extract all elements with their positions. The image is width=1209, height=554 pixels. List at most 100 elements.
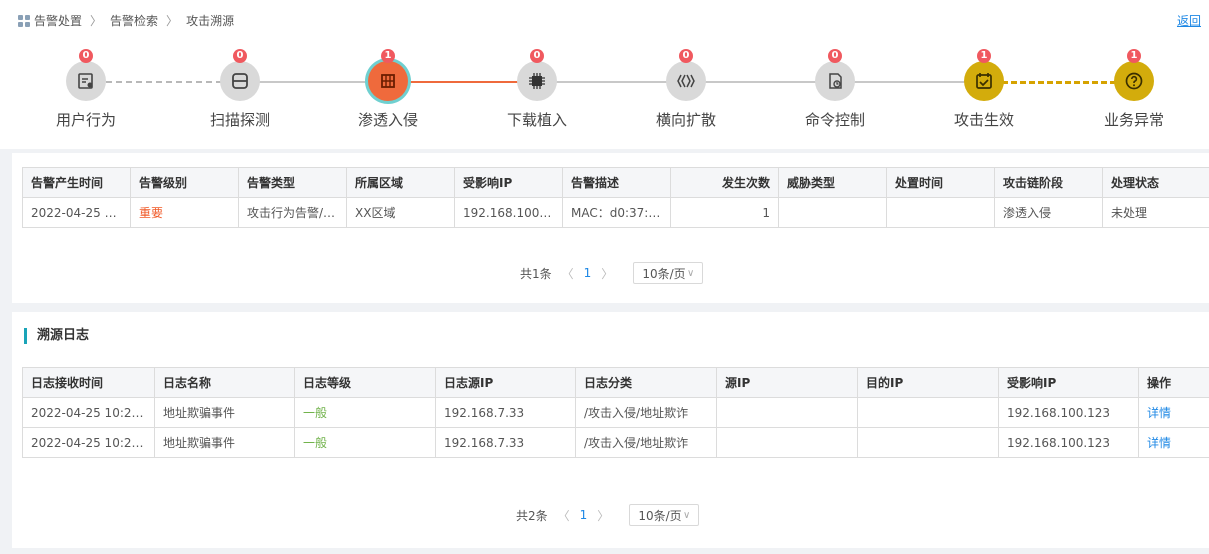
stage-label: 业务异常	[1103, 111, 1164, 129]
column-header[interactable]: 所属区域	[346, 167, 455, 198]
column-header[interactable]: 日志等级	[294, 367, 436, 398]
stage-command-control[interactable]: 0 命令控制	[775, 49, 895, 130]
question-icon	[1125, 72, 1143, 90]
table-cell	[886, 197, 995, 228]
details-link[interactable]: 详情	[1138, 397, 1209, 428]
table-cell: 192.168.100.123	[454, 197, 563, 228]
attack-effect-icon	[976, 73, 992, 89]
stage-label: 下载植入	[506, 111, 567, 129]
table-cell: 192.168.7.33	[435, 397, 576, 428]
alert-table: 告警产生时间 告警级别 告警类型 所属区域 受影响IP 告警描述 发生次数 威胁…	[22, 167, 1209, 228]
stage-label: 命令控制	[804, 111, 865, 129]
section-title: 溯源日志	[24, 328, 89, 344]
column-header[interactable]: 威胁类型	[778, 167, 887, 198]
stage-circle[interactable]: 1	[964, 49, 1004, 101]
stage-penetration[interactable]: 1 渗透入侵	[328, 49, 448, 130]
column-header[interactable]: 处置时间	[886, 167, 995, 198]
table-cell: 地址欺骗事件	[154, 427, 295, 458]
penetration-icon	[381, 74, 395, 88]
table-cell: 渗透入侵	[994, 197, 1103, 228]
table-row[interactable]: 2022-04-25 10:28:12 地址欺骗事件 一般 192.168.7.…	[22, 397, 1209, 428]
pagination: 共2条 〈 1 〉 10条/页 ∨	[516, 504, 700, 526]
stage-label: 横向扩散	[655, 111, 716, 129]
page-size-value: 10条/页	[638, 508, 682, 523]
stage-count-badge: 0	[530, 49, 544, 63]
log-level: 一般	[294, 427, 436, 458]
stage-download-implant[interactable]: 0 下载植入	[477, 49, 597, 130]
stage-circle[interactable]: 0	[220, 49, 260, 101]
stage-circle[interactable]: 1	[1114, 49, 1154, 101]
stage-circle[interactable]: 0	[517, 49, 557, 101]
table-row[interactable]: 2022-04-25 10:28:13 重要 攻击行为告警/地... XX区域 …	[22, 197, 1209, 228]
stage-count-badge: 0	[79, 49, 93, 63]
lateral-spread-icon	[677, 74, 695, 88]
table-header-row: 日志接收时间 日志名称 日志等级 日志源IP 日志分类 源IP 目的IP 受影响…	[22, 367, 1209, 398]
column-header[interactable]: 受影响IP	[454, 167, 563, 198]
chevron-down-icon: ∨	[686, 267, 695, 279]
stage-label: 攻击生效	[953, 111, 1014, 129]
column-header[interactable]: 发生次数	[670, 167, 779, 198]
stage-count-badge: 1	[977, 49, 991, 63]
column-header[interactable]: 日志分类	[575, 367, 717, 398]
trace-log-panel: 溯源日志 日志接收时间 日志名称 日志等级 日志源IP 日志分类 源IP 目的I…	[12, 312, 1209, 548]
log-table: 日志接收时间 日志名称 日志等级 日志源IP 日志分类 源IP 目的IP 受影响…	[22, 367, 1209, 458]
column-header[interactable]: 日志源IP	[435, 367, 576, 398]
next-page-button[interactable]: 〉	[601, 265, 613, 282]
stage-count-badge: 1	[381, 49, 395, 63]
stage-count-badge: 0	[679, 49, 693, 63]
page-size-value: 10条/页	[642, 266, 686, 281]
table-cell	[716, 427, 858, 458]
table-row[interactable]: 2022-04-25 10:28:43 地址欺骗事件 一般 192.168.7.…	[22, 427, 1209, 458]
table-cell: 192.168.100.123	[998, 427, 1139, 458]
stage-label: 渗透入侵	[357, 111, 418, 129]
table-cell: /攻击入侵/地址欺诈	[575, 397, 717, 428]
column-header[interactable]: 告警类型	[238, 167, 347, 198]
table-cell: 2022-04-25 10:28:43	[22, 427, 155, 458]
page-size-select[interactable]: 10条/页 ∨	[633, 262, 704, 284]
column-header[interactable]: 源IP	[716, 367, 858, 398]
stage-circle-active[interactable]: 1	[368, 49, 408, 101]
next-page-button[interactable]: 〉	[597, 507, 609, 524]
table-cell: 地址欺骗事件	[154, 397, 295, 428]
scan-probe-icon	[232, 73, 248, 89]
prev-page-button[interactable]: 〈	[558, 507, 570, 524]
column-header[interactable]: 受影响IP	[998, 367, 1139, 398]
stage-circle[interactable]: 0	[666, 49, 706, 101]
stage-lateral-spread[interactable]: 0 横向扩散	[626, 49, 746, 130]
pagination: 共1条 〈 1 〉 10条/页 ∨	[520, 262, 704, 284]
table-cell: 2022-04-25 10:28:12	[22, 397, 155, 428]
table-cell: /攻击入侵/地址欺诈	[575, 427, 717, 458]
table-header-row: 告警产生时间 告警级别 告警类型 所属区域 受影响IP 告警描述 发生次数 威胁…	[22, 167, 1209, 198]
stage-scan-probe[interactable]: 0 扫描探测	[180, 49, 300, 130]
column-header: 操作	[1138, 367, 1209, 398]
prev-page-button[interactable]: 〈	[562, 265, 574, 282]
stage-business-anomaly[interactable]: 1 业务异常	[1074, 49, 1194, 130]
column-header[interactable]: 目的IP	[857, 367, 999, 398]
table-cell: 192.168.7.33	[435, 427, 576, 458]
table-cell	[778, 197, 887, 228]
column-header[interactable]: 告警描述	[562, 167, 671, 198]
column-header[interactable]: 处理状态	[1102, 167, 1209, 198]
column-header[interactable]: 日志接收时间	[22, 367, 155, 398]
details-link[interactable]: 详情	[1138, 427, 1209, 458]
page-number[interactable]: 1	[580, 508, 588, 522]
stage-attack-effect[interactable]: 1 攻击生效	[924, 49, 1044, 130]
column-header[interactable]: 告警级别	[130, 167, 239, 198]
pagination-total: 共1条	[520, 266, 552, 281]
stage-count-badge: 0	[233, 49, 247, 63]
table-cell: MAC：d0:37:45:1...	[562, 197, 671, 228]
table-cell	[857, 397, 999, 428]
column-header[interactable]: 攻击链阶段	[994, 167, 1103, 198]
stage-circle[interactable]: 0	[66, 49, 106, 101]
stage-circle[interactable]: 0	[815, 49, 855, 101]
stage-user-behavior[interactable]: 0 用户行为	[26, 49, 146, 130]
table-cell	[716, 397, 858, 428]
alert-level: 重要	[130, 197, 239, 228]
table-cell: XX区域	[346, 197, 455, 228]
page-size-select[interactable]: 10条/页 ∨	[629, 504, 700, 526]
stage-count-badge: 1	[1127, 49, 1141, 63]
column-header[interactable]: 日志名称	[154, 367, 295, 398]
page-number[interactable]: 1	[584, 266, 592, 280]
attack-chain-stages: 0 用户行为 0 扫描探测 1 渗透入侵 0 下载植入 0 横向扩散 0 命令控…	[0, 0, 1209, 149]
column-header[interactable]: 告警产生时间	[22, 167, 131, 198]
